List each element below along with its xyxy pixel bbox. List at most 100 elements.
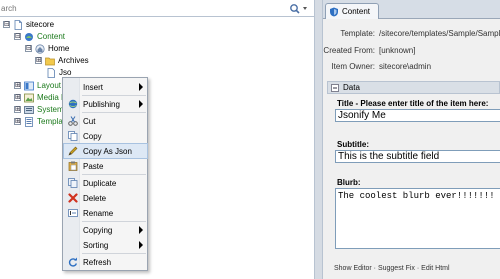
collapse-section-icon <box>331 83 339 92</box>
scissors-icon <box>67 116 78 127</box>
menu-item-rename[interactable]: Rename <box>64 206 147 220</box>
tree-item-label: sitecore <box>26 20 55 29</box>
tree-item-label: Layout <box>37 81 62 90</box>
content-icon <box>25 32 33 41</box>
created-from-row: Created From: [unknown] <box>323 46 500 58</box>
template-icon <box>25 116 33 127</box>
collapse-toggle[interactable]: ⊟ <box>14 33 21 40</box>
menu-item-sorting[interactable]: Sorting <box>64 238 147 252</box>
expand-toggle[interactable]: ⊞ <box>35 57 42 64</box>
tree-item-label: Archives <box>58 56 89 65</box>
tree-item-label: Content <box>37 32 66 41</box>
panel-splitter[interactable] <box>314 0 323 279</box>
system-icon <box>24 105 34 114</box>
submenu-arrow-icon <box>139 83 143 91</box>
tree-item-label: System <box>37 105 64 114</box>
menu-item-label: Copy <box>83 131 102 141</box>
menu-item-refresh[interactable]: Refresh <box>64 255 147 269</box>
menu-item-label: Rename <box>83 208 114 218</box>
menu-item-paste[interactable]: Paste <box>64 159 147 173</box>
tab-content[interactable]: Content <box>325 3 379 19</box>
menu-item-label: Copying <box>83 225 113 235</box>
search-bar <box>0 0 314 17</box>
owner-row: Item Owner: sitecore\admin <box>323 62 500 74</box>
search-input[interactable] <box>0 2 285 15</box>
menu-item-delete[interactable]: Delete <box>64 191 147 205</box>
tree-item-templates[interactable]: ⊞ Templat <box>14 115 65 128</box>
document-icon <box>47 67 55 78</box>
blurb-field[interactable]: The coolest blurb ever!!!!!!! <box>335 188 500 249</box>
menu-item-duplicate[interactable]: Duplicate <box>64 176 147 190</box>
template-row: Template: /sitecore/templates/Sample/Sam… <box>323 29 500 41</box>
sorting-icon <box>67 240 78 251</box>
menu-item-cut[interactable]: Cut <box>64 114 147 128</box>
menu-item-label: Insert <box>83 82 104 92</box>
context-menu: Insert Publishing Cut Copy Copy As Json … <box>62 77 148 271</box>
field-action-links[interactable]: Show Editor · Suggest Fix · Edit Html <box>334 265 450 272</box>
menu-separator <box>82 174 146 175</box>
insert-icon <box>67 82 78 93</box>
menu-item-label: Publishing <box>83 99 120 109</box>
subtitle-field-label: Subtitle: <box>337 140 369 149</box>
submenu-arrow-icon <box>139 100 143 108</box>
template-label: Template: <box>340 29 375 38</box>
expand-toggle[interactable]: ⊞ <box>14 106 21 113</box>
menu-item-copy-as-json[interactable]: Copy As Json <box>63 143 148 159</box>
paste-icon <box>67 161 78 172</box>
search-icon <box>290 4 307 14</box>
menu-item-label: Paste <box>83 161 104 171</box>
pen-icon <box>67 146 78 157</box>
search-button[interactable] <box>288 2 310 15</box>
menu-item-label: Duplicate <box>83 178 117 188</box>
menu-item-label: Sorting <box>83 240 109 250</box>
duplicate-icon <box>67 178 78 189</box>
shield-icon <box>330 7 338 16</box>
expand-toggle[interactable]: ⊞ <box>14 118 21 125</box>
menu-separator <box>82 221 146 222</box>
rename-icon <box>67 208 78 219</box>
owner-label: Item Owner: <box>331 62 375 71</box>
owner-value: sitecore\admin <box>379 62 432 71</box>
title-field[interactable]: Jsonify Me <box>335 109 500 122</box>
section-title: Data <box>343 83 360 92</box>
template-value: /sitecore/templates/Sample/Sample <box>379 29 500 38</box>
subtitle-field[interactable]: This is the subtitle field <box>335 150 500 163</box>
content-tree-panel: ⊟ sitecore ⊟ Content ⊟ Home ⊞ Archives J… <box>0 0 314 279</box>
expand-toggle[interactable]: ⊞ <box>14 94 21 101</box>
tab-label: Content <box>342 7 371 16</box>
delete-icon <box>67 193 78 204</box>
submenu-arrow-icon <box>139 226 143 234</box>
copying-icon <box>67 225 78 236</box>
created-from-value: [unknown] <box>379 46 416 55</box>
menu-item-copying[interactable]: Copying <box>64 223 147 237</box>
menu-item-label: Refresh <box>83 257 112 267</box>
tree-item-label: Home <box>48 44 70 53</box>
editor-panel: Content Template: /sitecore/templates/Sa… <box>323 0 500 279</box>
menu-item-copy[interactable]: Copy <box>64 129 147 143</box>
title-field-label: Title - Please enter title of the item h… <box>337 99 489 108</box>
menu-separator <box>82 95 146 96</box>
document-icon <box>14 19 22 30</box>
menu-item-label: Copy As Json <box>83 146 132 156</box>
section-header-data[interactable]: Data <box>327 81 500 94</box>
created-from-label: Created From: <box>323 46 375 55</box>
menu-item-label: Cut <box>83 116 96 126</box>
blurb-field-label: Blurb: <box>337 178 361 187</box>
collapse-toggle[interactable]: ⊟ <box>25 45 32 52</box>
submenu-arrow-icon <box>139 241 143 249</box>
layout-icon <box>24 81 34 90</box>
menu-item-label: Delete <box>83 193 107 203</box>
home-icon <box>35 43 45 54</box>
globe-icon <box>67 99 78 110</box>
refresh-icon <box>67 257 78 268</box>
menu-separator <box>82 112 146 113</box>
tree-item-label: Templat <box>37 117 66 126</box>
editor-tabbar: Content <box>323 0 500 19</box>
menu-separator <box>82 253 146 254</box>
media-icon <box>24 93 34 102</box>
menu-item-insert[interactable]: Insert <box>64 80 147 94</box>
expand-toggle[interactable]: ⊞ <box>14 82 21 89</box>
collapse-toggle[interactable]: ⊟ <box>3 21 10 28</box>
menu-item-publishing[interactable]: Publishing <box>64 97 147 111</box>
folder-icon <box>45 57 55 65</box>
